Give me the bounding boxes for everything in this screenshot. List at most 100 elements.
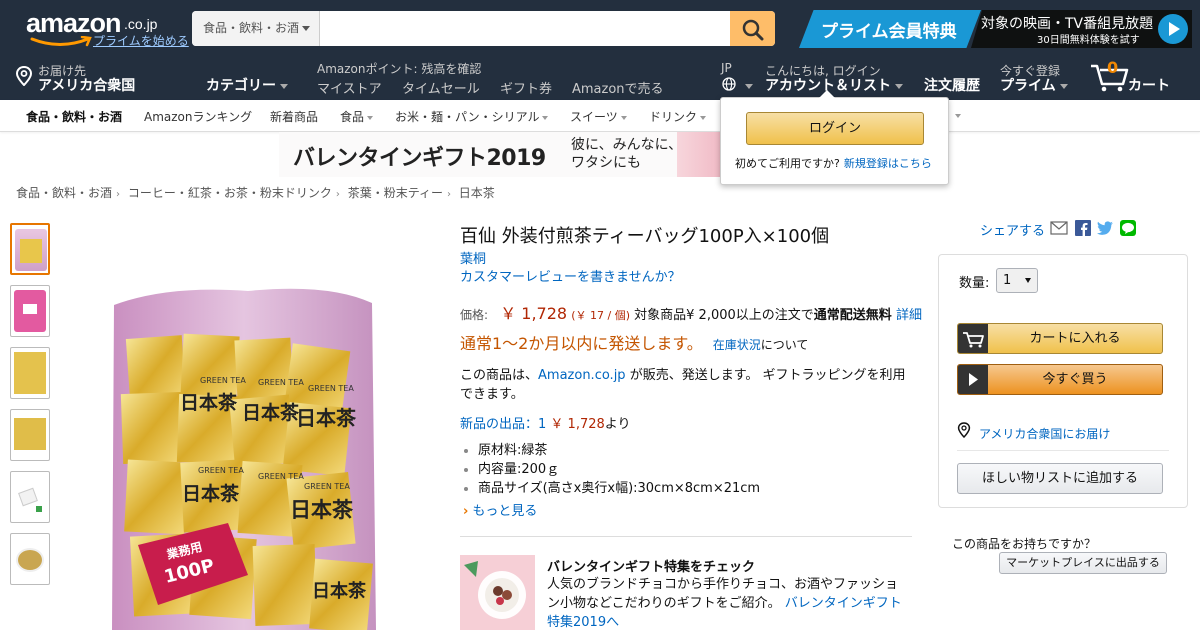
seller-prefix: この商品は、 (460, 368, 539, 383)
language-code: JP (721, 61, 732, 75)
chevron-down-icon (700, 115, 707, 120)
prime-video-banner[interactable]: プライム会員特典 対象の映画・TV番組見放題 30日間無料体験を試す (799, 10, 1192, 48)
quantity-select[interactable]: 1 (996, 268, 1038, 293)
valentine-promo-banner[interactable]: バレンタインギフト2019 彼に、みんなに、 ワタシにも (279, 132, 727, 177)
orders-link[interactable]: 注文履歴 (924, 75, 980, 95)
green-tea-label: GREEN TEA (308, 384, 354, 393)
prime-banner-title: プライム会員特典 (821, 22, 957, 42)
brand-link[interactable]: 葉桐 (460, 248, 486, 267)
subnav-item-sweets[interactable]: スイーツ (570, 108, 627, 125)
category-subnav: 食品・飲料・お酒 Amazonランキング 新着商品 食品 お米・麺・パン・シリア… (0, 100, 1200, 132)
quantity-value: 1 (1003, 273, 1012, 288)
nav-link-gift-card[interactable]: ギフト券 (500, 78, 552, 97)
list-item: 内容量:200ｇ (462, 460, 760, 479)
breadcrumb: 食品・飲料・お酒 › コーヒー・紅茶・お茶・粉末ドリンク › 茶葉・粉末ティー › 日… (16, 184, 495, 201)
buy-box: 数量: 1 カートに入れる 今すぐ買う アメリカ合衆国にお届け ほしい物リストに… (938, 254, 1188, 508)
chevron-down-icon (1025, 278, 1031, 283)
product-thumbnail[interactable] (10, 285, 50, 337)
shipping-details-link[interactable]: 詳細 (896, 308, 922, 323)
breadcrumb-item[interactable]: 日本茶 (459, 186, 495, 200)
start-prime-link[interactable]: プライムを始める (93, 32, 189, 49)
chevron-down-icon (280, 83, 288, 89)
search-input[interactable] (321, 11, 729, 46)
prime-banner-line1: 対象の映画・TV番組見放題 (981, 16, 1154, 32)
thumbnail-image (14, 476, 46, 518)
deliver-to-link[interactable]: アメリカ合衆国にお届け (979, 425, 1110, 442)
add-to-wishlist-button[interactable]: ほしい物リストに追加する (957, 463, 1163, 494)
buy-now-button[interactable]: 今すぐ買う (957, 364, 1163, 395)
product-thumbnail[interactable] (10, 533, 50, 585)
product-thumbnail[interactable] (10, 347, 50, 399)
green-tea-label: GREEN TEA (258, 378, 304, 387)
breadcrumb-item[interactable]: コーヒー・紅茶・お茶・粉末ドリンク (128, 186, 332, 200)
tea-name-label: 日本茶 (296, 406, 357, 430)
list-item: 原材料:緑茶 (462, 441, 760, 460)
login-button[interactable]: ログイン (746, 112, 924, 145)
breadcrumb-item[interactable]: 食品・飲料・お酒 (16, 186, 112, 200)
prime-banner-right: 対象の映画・TV番組見放題 30日間無料体験を試す (971, 10, 1192, 48)
register-link[interactable]: 新規登録はこちら (844, 157, 932, 170)
top-nav: amazon .co.jp プライムを始める 食品・飲料・お酒 プライム会員特典… (0, 0, 1200, 55)
thumbnail-image (14, 290, 46, 332)
chevron-down-icon (1059, 83, 1068, 89)
see-more-link[interactable]: › もっと見る (463, 500, 537, 519)
seller-link[interactable]: Amazon.co.jp (538, 368, 626, 383)
feature-bullets: 原材料:緑茶 内容量:200ｇ 商品サイズ(高さx奥行x幅):30cm×8cm×… (462, 441, 760, 498)
add-to-cart-button[interactable]: カートに入れる (957, 323, 1163, 354)
email-icon[interactable] (1050, 220, 1068, 236)
stock-status-link[interactable]: 在庫状況 (713, 338, 761, 352)
promo-banner-title: バレンタインギフト2019 (293, 146, 546, 171)
green-tea-label: GREEN TEA (258, 472, 304, 481)
write-review-link[interactable]: カスタマーレビューを書きませんか？ (460, 266, 681, 285)
subnav-item-ranking[interactable]: Amazonランキング (144, 108, 252, 125)
logo-tld: .co.jp (124, 16, 158, 32)
amazon-logo[interactable]: amazon .co.jp プライムを始める (26, 8, 189, 49)
new-offers-link[interactable]: 新品の出品：1 ￥ 1,728 (460, 417, 605, 432)
product-title: 百仙 外装付煎茶ティーバッグ100P入×100個 (460, 226, 830, 247)
nav-link-sell[interactable]: Amazonで売る (572, 78, 664, 97)
sell-on-marketplace-button[interactable]: マーケットプレイスに出品する (999, 552, 1167, 574)
facebook-icon[interactable] (1074, 220, 1092, 236)
chocolate-plate-icon (464, 561, 526, 619)
chevron-down-icon (895, 83, 903, 89)
stock-status-suffix: について (760, 338, 809, 352)
deliver-to-country: アメリカ合衆国 (38, 78, 136, 94)
points-link[interactable]: Amazonポイント: 残高を確認 (317, 60, 481, 77)
search-category-dropdown[interactable]: 食品・飲料・お酒 (192, 11, 320, 46)
subnav-item-drink-label: ドリンク (649, 110, 698, 124)
play-icon (1158, 14, 1188, 44)
category-menu-label: カテゴリー (206, 78, 276, 94)
breadcrumb-separator: › (116, 189, 121, 200)
product-main-image[interactable]: 日本茶 日本茶 日本茶 日本茶 日本茶 日本茶 GREEN TEA GREEN … (108, 275, 380, 630)
seller-info: この商品は、Amazon.co.jp が販売、発送します。 ギフトラッピングを利… (460, 366, 912, 404)
new-offers: 新品の出品：1 ￥ 1,728より (460, 413, 631, 432)
search-button[interactable] (730, 11, 775, 46)
share-label: シェアする (980, 224, 1046, 239)
nav-link-time-sale[interactable]: タイムセール (402, 78, 480, 97)
subnav-item-food[interactable]: 食品・飲料・お酒 (26, 108, 122, 125)
breadcrumb-item[interactable]: 茶葉・粉末ティー (348, 186, 443, 200)
ship-time: 通常1～2か月以内に発送します。 (460, 334, 703, 353)
subnav-item-drink[interactable]: ドリンク (649, 108, 707, 125)
subnav-overflow[interactable] (952, 108, 961, 122)
secondary-nav: お届け先 アメリカ合衆国 カテゴリー Amazonポイント: 残高を確認 マイス… (0, 55, 1200, 100)
prime-label-text: プライム (1000, 78, 1056, 94)
feature-title: バレンタインギフト特集をチェック (547, 560, 756, 575)
nav-link-my-store[interactable]: マイストア (317, 78, 382, 97)
green-tea-label: GREEN TEA (200, 376, 246, 385)
product-thumbnail[interactable] (10, 471, 50, 523)
subnav-item-foods[interactable]: 食品 (340, 108, 374, 125)
search-category-label: 食品・飲料・お酒 (203, 21, 300, 35)
twitter-icon[interactable] (1096, 220, 1114, 236)
product-thumbnail[interactable] (10, 409, 50, 461)
location-pin-icon (15, 66, 33, 86)
product-thumbnail[interactable] (10, 223, 50, 275)
subnav-item-new[interactable]: 新着商品 (270, 108, 318, 125)
product-photo: 日本茶 日本茶 日本茶 日本茶 日本茶 日本茶 GREEN TEA GREEN … (112, 288, 376, 630)
category-menu[interactable]: カテゴリー (206, 75, 288, 95)
divider (460, 536, 912, 537)
subnav-item-rice[interactable]: お米・麺・パン・シリアル (395, 108, 549, 125)
green-tea-label: GREEN TEA (304, 482, 350, 491)
line-icon[interactable] (1119, 220, 1137, 236)
feature-image[interactable] (460, 555, 535, 630)
